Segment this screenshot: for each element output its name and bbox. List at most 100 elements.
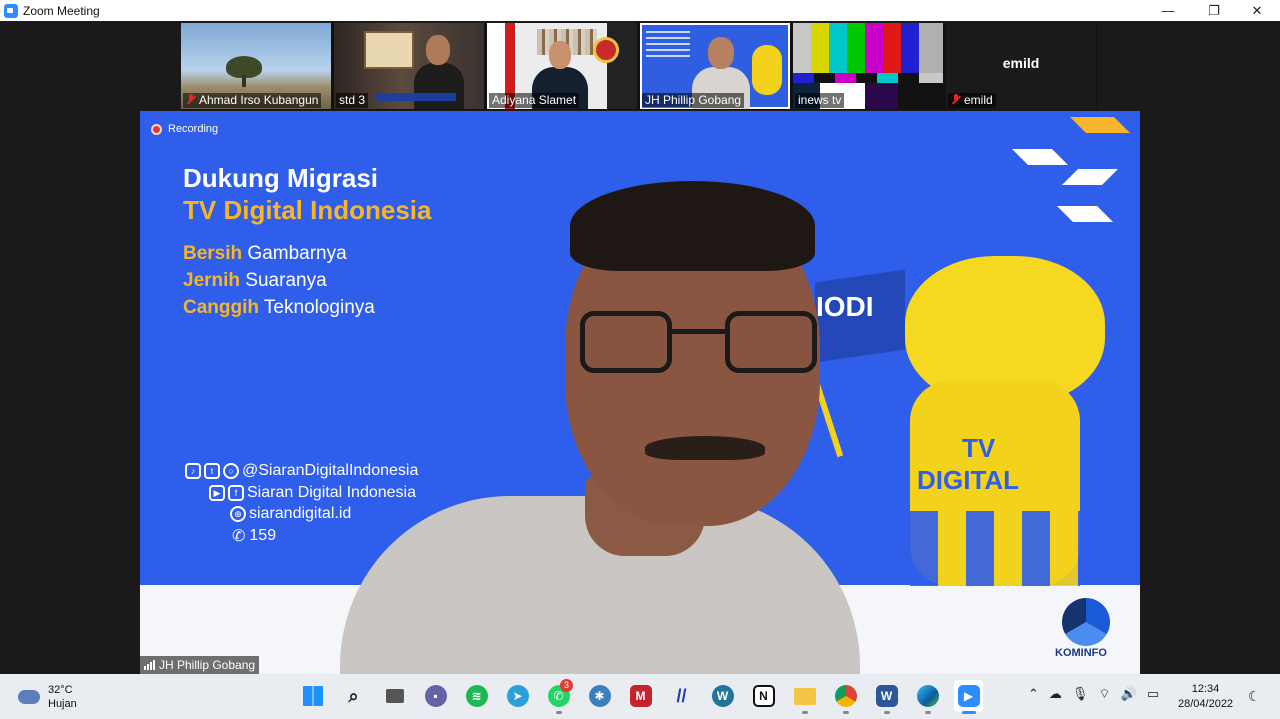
search-button[interactable]: ⌕ (339, 680, 368, 712)
notion-button[interactable]: N (749, 680, 778, 712)
weather-widget[interactable]: 32°C Hujan (18, 683, 77, 711)
teams-chat-button[interactable]: ▪ (421, 680, 450, 712)
participant-label: inews tv (795, 93, 845, 108)
color-bars-mid (793, 73, 943, 83)
social-handle: ♪ t ○ @SiaranDigitalIndonesia (185, 462, 418, 480)
logo-chevron (1012, 149, 1068, 165)
minimize-button[interactable]: — (1145, 0, 1191, 21)
tagline-3: Canggih Teknologinya (183, 297, 375, 319)
tagline-text: Suaranya (240, 270, 327, 291)
start-button[interactable] (298, 680, 327, 712)
weather-temp: 32°C (48, 684, 73, 696)
zoom-app-icon (4, 3, 18, 18)
microphone-icon[interactable]: 🎙 (1072, 686, 1089, 702)
participant-label: Ahmad Irso Kubangun (183, 93, 322, 108)
participant-name: std 3 (339, 93, 366, 107)
recording-indicator[interactable]: Recording (151, 123, 218, 135)
tagline-text: Gambarnya (242, 243, 347, 264)
rain-cloud-icon (18, 690, 40, 704)
window-title: Zoom Meeting (23, 3, 100, 18)
tagline-highlight: Canggih (183, 297, 259, 318)
participant-label: JH Phillip Gobang (642, 93, 745, 108)
edge-icon (916, 685, 939, 707)
running-indicator (924, 711, 931, 714)
tiktok-icon: ♪ (185, 463, 201, 479)
signal-icon (144, 660, 155, 670)
wordpress-icon: W (711, 685, 734, 707)
search-icon: ⌕ (348, 685, 359, 706)
participant-name: inews tv (798, 93, 842, 107)
participant-thumb[interactable]: std 3 (334, 23, 484, 109)
mendeley-icon: M (629, 685, 652, 707)
app-button[interactable]: // (667, 680, 696, 712)
logo-chevron-gold (1070, 117, 1130, 133)
chrome-icon (834, 685, 857, 707)
notification-badge: 3 (560, 679, 573, 692)
app-grid-icon: ✱ (588, 685, 611, 707)
tree-trunk (242, 75, 246, 87)
speaker-mustache (645, 436, 765, 460)
logo-chevron (1062, 169, 1118, 185)
participant-thumb[interactable]: inews tv (793, 23, 943, 109)
battery-icon[interactable]: ▭ (1147, 686, 1159, 702)
zoom-icon: ▶ (957, 685, 980, 707)
mascot-text-tv: TV (962, 433, 996, 463)
active-speaker-video[interactable]: Recording Dukung Migrasi TV Digital Indo… (140, 111, 1140, 674)
running-indicator (842, 711, 849, 714)
wifi-icon[interactable]: ⌔ (1098, 686, 1110, 702)
participant-thumb-active[interactable]: JH Phillip Gobang (640, 23, 790, 109)
window-titlebar: Zoom Meeting — ❐ ✕ (0, 0, 1280, 21)
flag-text: IODI (816, 291, 874, 322)
meeting-stage: Ahmad Irso Kubangun std 3 Adiyana Slamet… (0, 21, 1280, 674)
chat-icon: ▪ (424, 685, 447, 707)
windows-taskbar: 32°C Hujan ⌕ ▪ ≋ ➤ ✆ 3 ✱ M // W N W ▶ ⌃ ☁… (0, 674, 1280, 719)
kominfo-text: KOMINFO (1055, 647, 1107, 659)
chrome-button[interactable] (831, 680, 860, 714)
close-button[interactable]: ✕ (1234, 0, 1280, 21)
slash-app-icon: // (676, 685, 687, 706)
running-indicator (555, 711, 562, 714)
weather-text: 32°C Hujan (48, 683, 77, 711)
running-indicator (883, 711, 890, 714)
windows-logo-icon (302, 686, 323, 706)
color-bars (793, 23, 943, 73)
notification-icon[interactable]: ☾ (1248, 688, 1261, 705)
social-text: @SiaranDigitalIndonesia (242, 462, 419, 479)
mascot-text-digital: DIGITAL (917, 465, 1020, 495)
telegram-button[interactable]: ➤ (503, 680, 532, 712)
clock-date: 28/04/2022 (1178, 698, 1234, 710)
participant-label: Adiyana Slamet (489, 93, 580, 108)
volume-icon[interactable]: 🔊 (1121, 686, 1137, 702)
onedrive-icon[interactable]: ☁ (1049, 686, 1062, 702)
person-face (708, 37, 734, 69)
social-phone: ✆ 159 (232, 526, 276, 546)
participant-thumb[interactable]: Ahmad Irso Kubangun (181, 23, 331, 109)
chevron-up-icon[interactable]: ⌃ (1028, 686, 1039, 702)
mascot-image (752, 45, 782, 95)
maximize-button[interactable]: ❐ (1191, 0, 1237, 21)
tagline-highlight: Jernih (183, 270, 241, 291)
spotify-button[interactable]: ≋ (462, 680, 491, 712)
speaker-glasses-bridge (670, 329, 728, 334)
tagline-highlight: Bersih (183, 243, 243, 264)
participant-thumb[interactable]: Adiyana Slamet (487, 23, 637, 109)
edge-button[interactable] (913, 680, 942, 714)
participant-thumb[interactable]: emild emild (946, 23, 1096, 109)
wordpress-button[interactable]: W (708, 680, 737, 712)
mendeley-button[interactable]: M (626, 680, 655, 712)
youtube-icon: ▶ (209, 485, 225, 501)
speaker-hair (570, 181, 815, 271)
task-view-button[interactable] (380, 680, 409, 712)
recording-label: Recording (168, 123, 219, 135)
social-page: ▶ f Siaran Digital Indonesia (209, 484, 416, 502)
globe-icon: ⊕ (230, 506, 246, 522)
taskbar-clock[interactable]: 12:34 28/04/2022 (1178, 682, 1233, 712)
facebook-icon: f (228, 485, 244, 501)
word-button[interactable]: W (872, 680, 901, 714)
app-button[interactable]: ✱ (585, 680, 614, 712)
zoom-taskbar-button[interactable]: ▶ (954, 680, 983, 714)
tagline-1: Bersih Gambarnya (183, 243, 347, 265)
speaker-name-tag: JH Phillip Gobang (140, 656, 260, 674)
file-explorer-button[interactable] (790, 680, 819, 714)
whatsapp-button[interactable]: ✆ 3 (544, 679, 573, 714)
